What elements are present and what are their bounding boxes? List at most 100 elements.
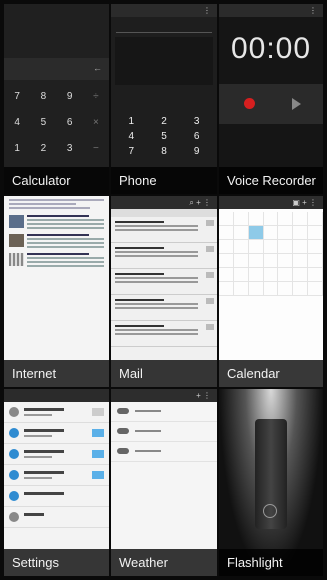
internet-tile[interactable]: Internet	[4, 196, 109, 387]
calendar-toolbar-icons: ▣ + ⋮	[292, 198, 317, 207]
calendar-day-cell	[248, 282, 264, 296]
recorder-controls	[219, 84, 323, 124]
calendar-day-cell	[263, 212, 279, 226]
calc-key: 7	[14, 91, 20, 102]
calendar-day-cell	[219, 254, 234, 268]
media-output-icon	[9, 491, 19, 501]
settings-header	[4, 389, 109, 402]
phone-header: ⋮	[111, 4, 217, 17]
recording-timer: 00:00	[230, 32, 312, 65]
calc-key: 6	[66, 117, 73, 128]
phone-number-field	[116, 21, 212, 33]
calc-key: ÷	[93, 91, 99, 102]
flashlight-label: Flashlight	[219, 549, 323, 576]
weather-tile[interactable]: + ⋮ Weather	[111, 389, 217, 576]
calendar-day-cell	[219, 240, 234, 254]
mail-item	[111, 269, 217, 295]
article-thumbnail	[9, 234, 24, 247]
calendar-day-cell	[293, 240, 309, 254]
wifi-icon	[9, 428, 19, 438]
article-thumbnail	[9, 253, 24, 266]
mobile-data-icon	[9, 470, 19, 480]
calendar-day-cell	[219, 212, 234, 226]
cloud-icon	[117, 408, 129, 414]
dial-key: 3	[193, 116, 200, 127]
cloud-icon	[117, 448, 129, 454]
calendar-day-cell	[219, 226, 234, 240]
web-article	[9, 215, 104, 231]
calendar-month-grid	[219, 212, 323, 296]
flashlight-tile[interactable]: Flashlight	[219, 389, 323, 576]
calendar-day-cell	[308, 226, 323, 240]
dial-key: 6	[193, 131, 200, 142]
calc-key: 5	[40, 117, 47, 128]
airplane-mode-icon	[9, 407, 19, 417]
dial-key: 1	[128, 116, 135, 127]
calendar-day-cell	[248, 240, 264, 254]
calculator-display: ←	[4, 58, 109, 80]
settings-item	[4, 444, 109, 465]
calendar-day-cell	[248, 254, 264, 268]
mail-item	[111, 295, 217, 321]
weather-header: + ⋮	[111, 389, 217, 402]
calendar-day-cell	[233, 282, 249, 296]
calendar-day-cell	[308, 240, 323, 254]
weather-city-row	[111, 442, 217, 462]
flashlight-power-icon	[263, 504, 277, 518]
internet-label: Internet	[4, 360, 109, 387]
phone-label: Phone	[111, 167, 217, 194]
calendar-day-cell	[233, 254, 249, 268]
settings-item	[4, 423, 109, 444]
web-article	[9, 253, 104, 269]
calendar-day-cell	[308, 212, 323, 226]
weather-toolbar-icons: + ⋮	[196, 391, 211, 400]
calendar-tile[interactable]: ▣ + ⋮ Calendar	[219, 196, 323, 387]
calendar-day-cell	[219, 268, 234, 282]
dial-key: 8	[161, 146, 167, 157]
cloud-icon	[117, 428, 129, 434]
mail-subheader	[111, 209, 217, 217]
mail-tile[interactable]: ⌕ + ⋮ Mail	[111, 196, 217, 387]
recent-apps-grid: ← 7 8 9 ÷ 4 5 6 × 1 2 3 − Calculator ⋮ 1…	[4, 4, 323, 576]
calendar-day-cell	[263, 268, 279, 282]
web-page-header	[4, 196, 109, 212]
calendar-day-cell	[278, 282, 294, 296]
dial-key: 4	[128, 131, 135, 142]
dial-key: 9	[193, 146, 200, 157]
calc-key: 9	[66, 91, 73, 102]
weather-city-row	[111, 422, 217, 442]
settings-item	[4, 507, 109, 528]
phone-tile[interactable]: ⋮ 1 2 3 4 5 6 7 8 9 Phone	[111, 4, 217, 194]
play-icon	[292, 98, 301, 110]
overflow-menu-icon: ⋮	[309, 6, 317, 15]
phone-dialpad: 1 2 3 4 5 6 7 8 9	[115, 114, 213, 159]
calendar-day-cell	[263, 240, 279, 254]
calendar-day-cell	[263, 282, 279, 296]
calendar-day-cell	[248, 226, 264, 240]
calendar-day-cell	[233, 212, 249, 226]
calculator-tile[interactable]: ← 7 8 9 ÷ 4 5 6 × 1 2 3 − Calculator	[4, 4, 109, 194]
calendar-day-cell	[293, 254, 309, 268]
voice-recorder-header: ⋮	[219, 4, 323, 17]
voice-recorder-tile[interactable]: ⋮ 00:00 Voice Recorder	[219, 4, 323, 194]
calendar-header: ▣ + ⋮	[219, 196, 323, 209]
settings-tile[interactable]: Settings	[4, 389, 109, 576]
calculator-keypad: 7 8 9 ÷ 4 5 6 × 1 2 3 −	[4, 84, 109, 162]
calendar-day-cell	[293, 226, 309, 240]
bluetooth-icon	[9, 449, 19, 459]
calendar-day-cell	[233, 240, 249, 254]
settings-item	[4, 402, 109, 423]
mail-item	[111, 321, 217, 347]
calendar-day-cell	[293, 212, 309, 226]
calendar-day-cell	[248, 268, 264, 282]
mail-label: Mail	[111, 360, 217, 387]
calendar-day-cell	[278, 268, 294, 282]
more-icon	[9, 512, 19, 522]
calendar-day-cell	[308, 282, 323, 296]
calendar-day-cell	[233, 268, 249, 282]
calculator-label: Calculator	[4, 167, 109, 194]
phone-call-list	[115, 37, 213, 85]
article-thumbnail	[9, 215, 24, 228]
calendar-day-cell	[293, 268, 309, 282]
record-icon	[244, 98, 255, 109]
